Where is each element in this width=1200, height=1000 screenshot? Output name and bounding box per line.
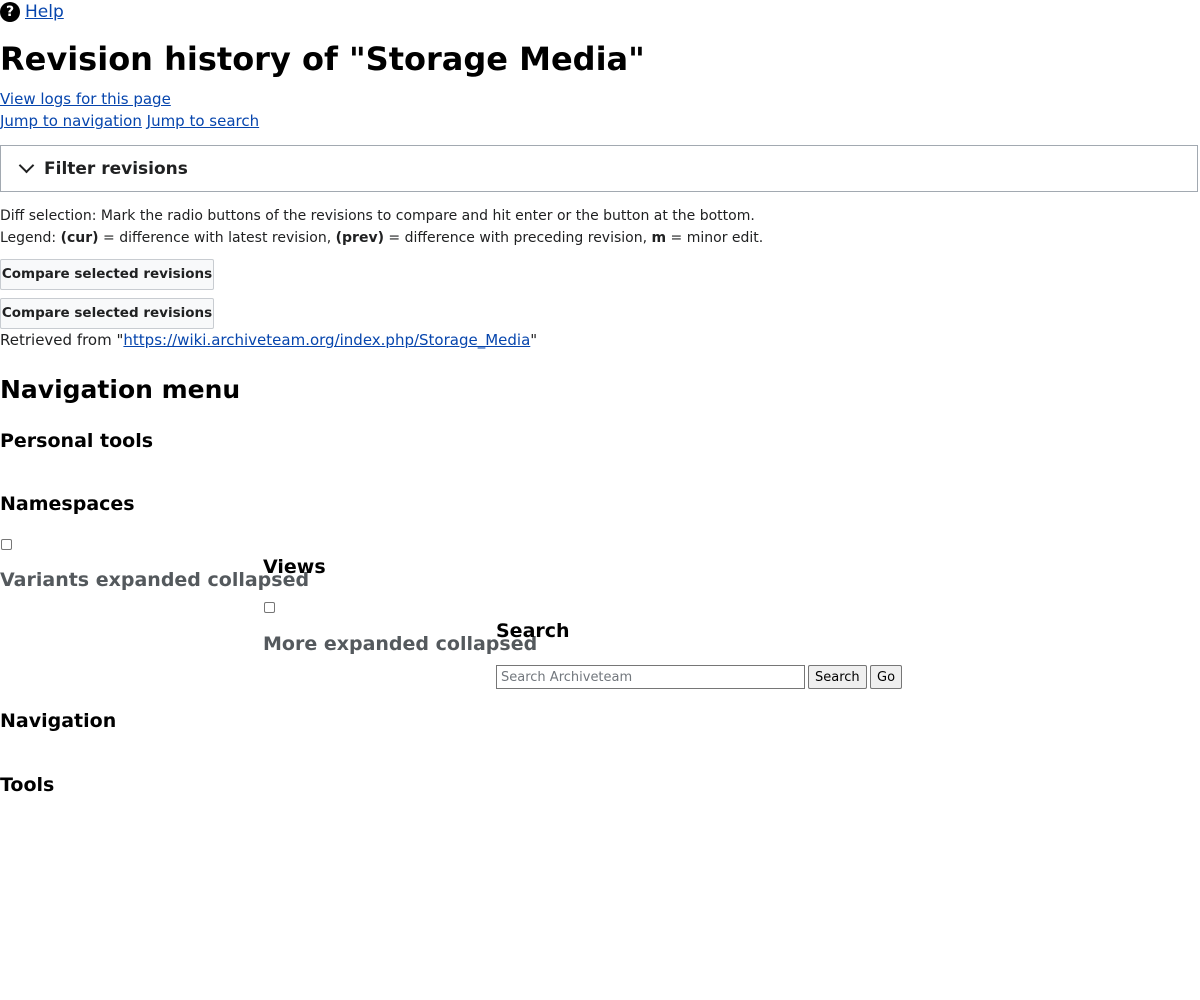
- search-button[interactable]: Search: [808, 665, 867, 689]
- view-logs-link[interactable]: View logs for this page: [0, 90, 171, 108]
- legend-text: Legend: (cur) = difference with latest r…: [0, 230, 763, 246]
- retrieved-url-link[interactable]: https://wiki.archiveteam.org/index.php/S…: [123, 331, 530, 349]
- legend-prev: (prev): [335, 230, 384, 246]
- diff-selection-text: Diff selection: Mark the radio buttons o…: [0, 208, 755, 224]
- legend-minor-desc: = minor edit.: [666, 230, 764, 246]
- legend-minor: m: [651, 230, 667, 246]
- search-heading: Search: [496, 620, 570, 642]
- variants-checkbox[interactable]: [1, 539, 12, 550]
- tools-heading: Tools: [0, 774, 55, 796]
- jump-to-search-link[interactable]: Jump to search: [147, 112, 260, 130]
- legend-prefix: Legend:: [0, 230, 61, 246]
- chevron-down-icon: [18, 157, 35, 174]
- retrieved-from: Retrieved from "https://wiki.archiveteam…: [0, 331, 537, 349]
- legend-prev-desc: = difference with preceding revision,: [383, 230, 652, 246]
- more-checkbox[interactable]: [264, 602, 275, 613]
- jump-to-navigation-link[interactable]: Jump to navigation: [0, 112, 142, 130]
- compare-selected-revisions-button-bottom[interactable]: Compare selected revisions: [0, 298, 214, 329]
- legend-cur-desc: = difference with latest revision,: [98, 230, 336, 246]
- legend-cur: (cur): [60, 230, 99, 246]
- navigation-heading: Navigation: [0, 710, 117, 732]
- search-input[interactable]: [496, 665, 805, 689]
- filter-revisions-toggle[interactable]: Filter revisions: [0, 145, 1198, 192]
- personal-tools-heading: Personal tools: [0, 430, 154, 452]
- go-button[interactable]: Go: [870, 665, 903, 689]
- help-link-label[interactable]: Help: [25, 2, 64, 22]
- jump-links: Jump to navigation Jump to search: [0, 112, 259, 130]
- help-link[interactable]: ? Help: [0, 2, 64, 22]
- view-logs-line: View logs for this page: [0, 90, 171, 108]
- retrieved-suffix: ": [530, 331, 538, 349]
- navigation-menu-heading: Navigation menu: [0, 375, 241, 404]
- retrieved-prefix: Retrieved from ": [0, 331, 124, 349]
- filter-revisions-label: Filter revisions: [44, 158, 188, 179]
- compare-selected-revisions-button-top[interactable]: Compare selected revisions: [0, 259, 214, 290]
- page-title: Revision history of "Storage Media": [0, 40, 645, 78]
- views-heading: Views: [263, 556, 326, 578]
- help-circle-icon: ?: [0, 2, 20, 22]
- namespaces-heading: Namespaces: [0, 493, 135, 515]
